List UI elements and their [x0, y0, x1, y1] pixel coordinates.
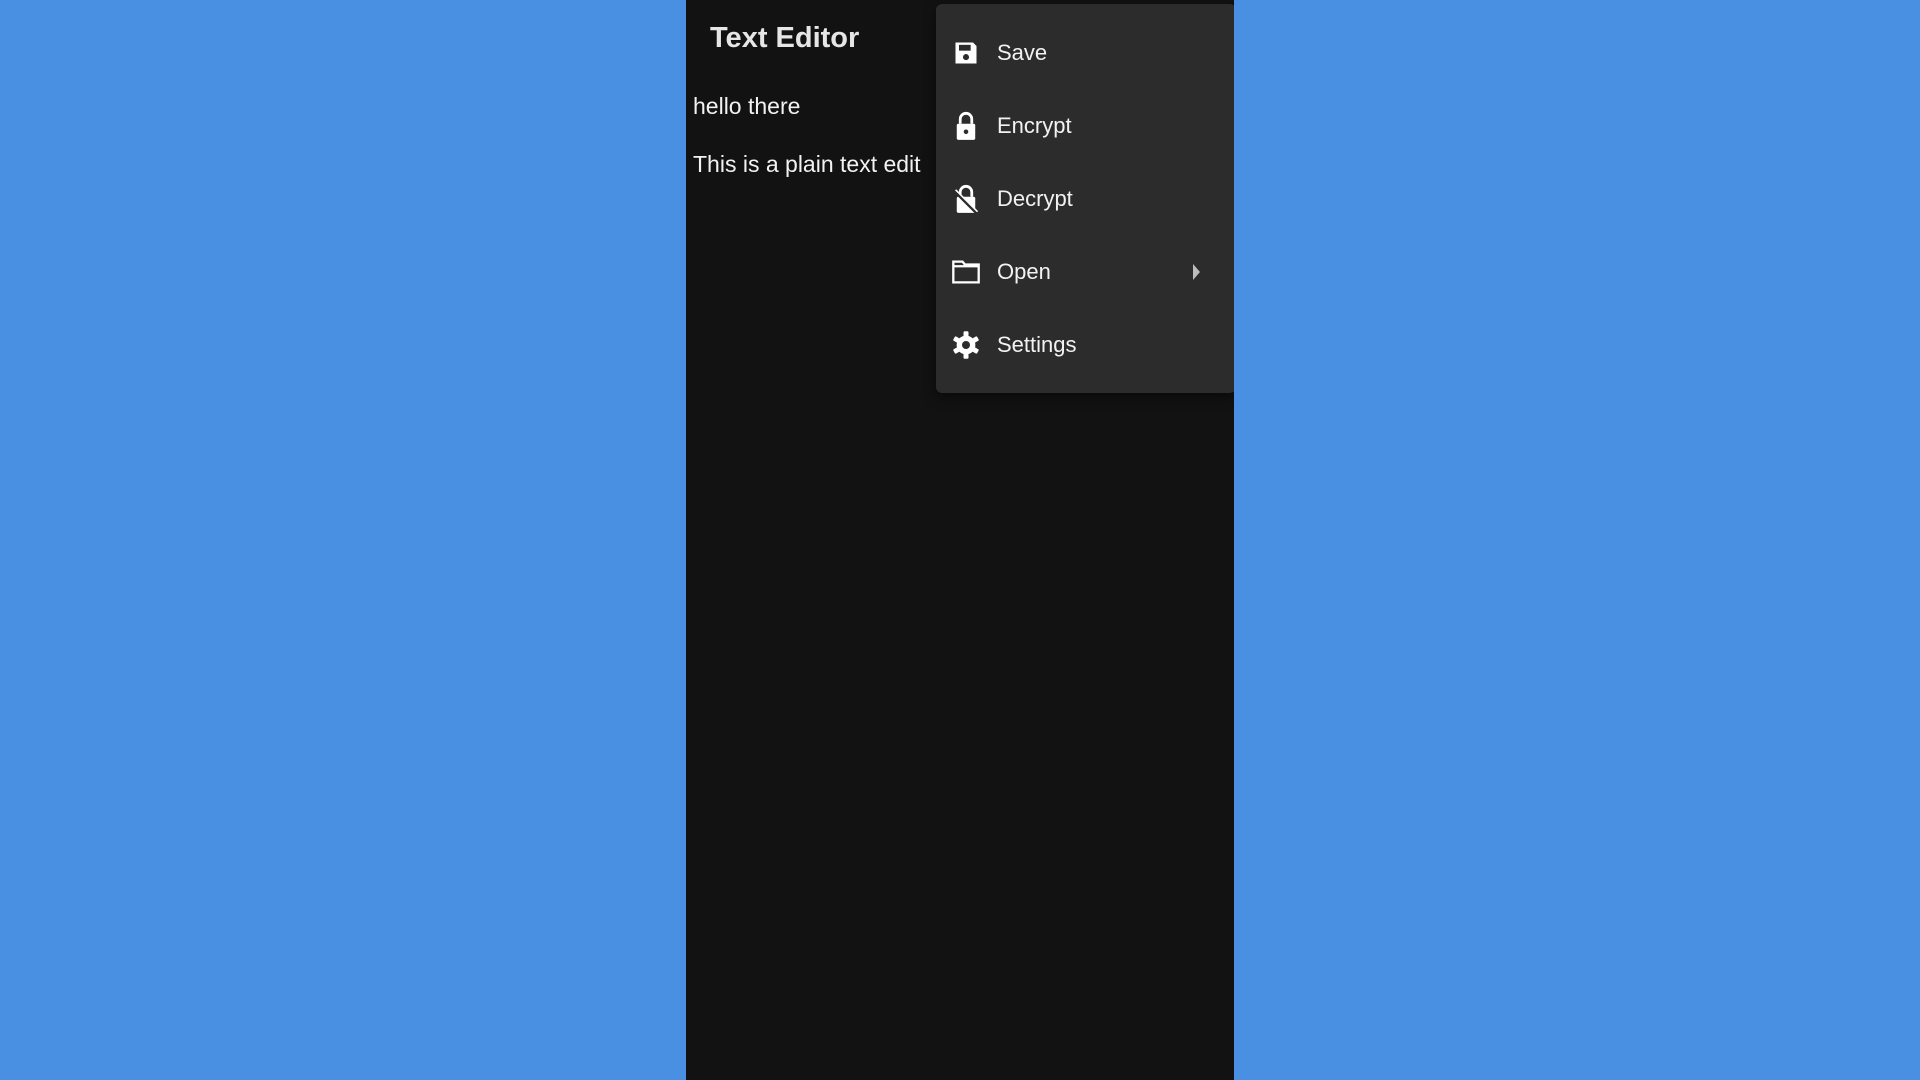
app-title: Text Editor	[710, 22, 860, 54]
folder-icon	[951, 257, 981, 287]
gear-icon	[951, 330, 981, 360]
save-icon	[951, 38, 981, 68]
submenu-arrow-icon	[1193, 264, 1200, 280]
lock-icon	[951, 111, 981, 141]
menu-item-save[interactable]: Save	[936, 16, 1234, 89]
menu-item-decrypt[interactable]: Decrypt	[936, 162, 1234, 235]
menu-item-settings[interactable]: Settings	[936, 308, 1234, 381]
editor-line[interactable]: hello there	[693, 93, 800, 120]
menu-item-label: Decrypt	[997, 185, 1073, 211]
editor-line[interactable]: This is a plain text edit	[693, 151, 921, 178]
unlock-icon	[951, 184, 981, 214]
menu-item-encrypt[interactable]: Encrypt	[936, 89, 1234, 162]
menu-item-label: Encrypt	[997, 112, 1072, 138]
menu-item-open[interactable]: Open	[936, 235, 1234, 308]
overflow-menu: Save Encrypt Decrypt Open Settings	[936, 4, 1234, 393]
menu-item-label: Open	[997, 258, 1051, 284]
app-window: Text Editor hello there This is a plain …	[686, 0, 1234, 1080]
menu-item-label: Save	[997, 39, 1048, 65]
menu-item-label: Settings	[997, 331, 1077, 357]
